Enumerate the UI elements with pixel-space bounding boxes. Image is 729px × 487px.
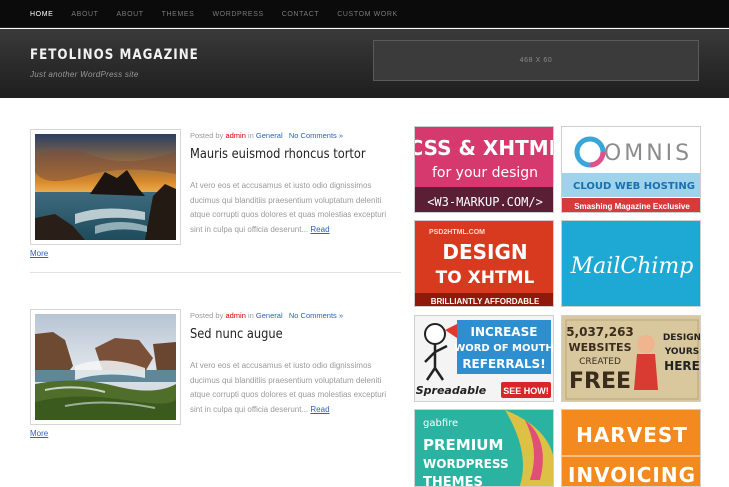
ad-site: PSD2HTML.COM xyxy=(429,229,485,236)
post-thumbnail[interactable] xyxy=(30,129,181,245)
ad-mailchimp[interactable]: MailChimp xyxy=(561,220,701,307)
category-link[interactable]: General xyxy=(256,131,283,140)
post-excerpt: At vero eos et accusamus et iusto odio d… xyxy=(190,179,390,237)
ad-placeholder-label: 468 X 60 xyxy=(519,57,553,64)
ad-omnis-graphic: OMNIS CLOUD WEB HOSTING Smashing Magazin… xyxy=(562,127,700,212)
megaphone-person-icon xyxy=(424,323,446,345)
category-link[interactable]: General xyxy=(256,311,283,320)
read-more-link-continued[interactable]: More xyxy=(30,429,48,438)
ad-brand: Spreadable xyxy=(416,384,487,397)
in-label: in xyxy=(247,131,254,140)
ad-harvest-graphic: HARVEST INVOICING xyxy=(562,410,700,487)
ad-harvest[interactable]: HARVEST INVOICING xyxy=(561,409,701,487)
ad-psd2html[interactable]: PSD2HTML.COM DESIGN TO XHTML BRILLIANTLY… xyxy=(414,220,554,307)
post-title[interactable]: Mauris euismod rhoncus tortor xyxy=(190,147,366,162)
ad-subline: for your design xyxy=(432,165,538,181)
ad-subline: WORD OF MOUTH xyxy=(454,343,554,354)
ad-headline: CLOUD WEB HOSTING xyxy=(573,181,695,192)
site-tagline: Just another WordPress site xyxy=(30,70,139,79)
ad-spreadable-graphic: INCREASE WORD OF MOUTH REFERRALS! Spread… xyxy=(415,316,554,401)
read-more-link-continued[interactable]: More xyxy=(30,249,48,258)
ad-headline: CSS & XHTML xyxy=(415,136,554,160)
post: Posted by admin in General No Comments »… xyxy=(30,309,401,454)
ad-url: <W3-MARKUP.COM/> xyxy=(427,195,543,209)
author-link[interactable]: admin xyxy=(225,131,245,140)
ad-subline: TO XHTML xyxy=(436,268,535,288)
ad-omnis[interactable]: OMNIS CLOUD WEB HOSTING Smashing Magazin… xyxy=(561,126,701,213)
ad-headline: PREMIUM xyxy=(423,436,503,454)
ad-subline: CREATED xyxy=(579,357,621,367)
nav-item-custom-work[interactable]: CUSTOM WORK xyxy=(337,11,398,18)
coastal-cliffs-image xyxy=(35,314,176,420)
post-divider xyxy=(30,272,401,273)
ad-brand: MailChimp xyxy=(570,254,694,279)
comments-link[interactable]: No Comments » xyxy=(289,131,343,140)
nav-item-themes[interactable]: THEMES xyxy=(162,11,195,18)
ad-side-line1: DESIGN xyxy=(663,333,701,343)
read-more-link[interactable]: Read xyxy=(310,405,329,414)
ad-websites-graphic: 5,037,263 WEBSITES CREATED FREE DESIGN Y… xyxy=(562,316,701,401)
site-header: FETOLINOS MAGAZINE Just another WordPres… xyxy=(0,29,729,98)
post-excerpt: At vero eos et accusamus et iusto odio d… xyxy=(190,359,390,417)
in-label: in xyxy=(247,311,254,320)
post-meta: Posted by admin in General No Comments » xyxy=(190,131,343,140)
post-meta: Posted by admin in General No Comments » xyxy=(190,311,343,320)
post: Posted by admin in General No Comments »… xyxy=(30,129,401,274)
top-navigation: HOME ABOUT ABOUT THEMES WORDPRESS CONTAC… xyxy=(0,0,729,28)
ad-mailchimp-graphic: MailChimp xyxy=(562,221,700,306)
ad-subline: INVOICING xyxy=(568,463,696,487)
excerpt-text: At vero eos et accusamus et iusto odio d… xyxy=(190,361,387,414)
author-link[interactable]: admin xyxy=(225,311,245,320)
ad-side-line3: HERE xyxy=(664,359,700,373)
ad-gabfire[interactable]: gabfire PREMIUM WORDPRESS THEMES xyxy=(414,409,554,487)
ad-headline: DESIGN xyxy=(442,240,527,264)
comments-link[interactable]: No Comments » xyxy=(289,311,343,320)
nav-item-contact[interactable]: CONTACT xyxy=(282,11,320,18)
ad-subline: WORDPRESS xyxy=(423,457,509,471)
nav-item-about[interactable]: ABOUT xyxy=(71,11,98,18)
ad-headline: HARVEST xyxy=(576,423,688,447)
ad-css-xhtml[interactable]: CSS & XHTML for your design <W3-MARKUP.C… xyxy=(414,126,554,213)
posted-by-label: Posted by xyxy=(190,311,224,320)
ad-spreadable[interactable]: INCREASE WORD OF MOUTH REFERRALS! Spread… xyxy=(414,315,554,402)
posted-by-label: Posted by xyxy=(190,131,224,140)
read-more-link[interactable]: Read xyxy=(310,225,329,234)
site-title[interactable]: FETOLINOS MAGAZINE xyxy=(30,47,199,63)
header-ad-placeholder[interactable]: 468 X 60 xyxy=(373,40,699,81)
ad-tagline: REFERRALS! xyxy=(462,357,545,371)
excerpt-text: At vero eos et accusamus et iusto odio d… xyxy=(190,181,387,234)
nav-item-wordpress[interactable]: WORDPRESS xyxy=(212,11,263,18)
seascape-sunset-image xyxy=(35,134,176,240)
ad-gabfire-graphic: gabfire PREMIUM WORDPRESS THEMES xyxy=(415,410,553,487)
nav-item-about-2[interactable]: ABOUT xyxy=(117,11,144,18)
post-title[interactable]: Sed nunc augue xyxy=(190,327,283,342)
ad-websites-created[interactable]: 5,037,263 WEBSITES CREATED FREE DESIGN Y… xyxy=(561,315,701,402)
ad-brand: gabfire xyxy=(423,418,458,429)
nav-menu: HOME ABOUT ABOUT THEMES WORDPRESS CONTAC… xyxy=(0,0,729,28)
ad-headline: INCREASE xyxy=(471,325,538,339)
ad-psd2html-graphic: PSD2HTML.COM DESIGN TO XHTML BRILLIANTLY… xyxy=(415,221,553,306)
girl-illustration-icon xyxy=(637,335,655,353)
ad-tagline: BRILLIANTLY AFFORDABLE xyxy=(431,297,540,306)
ad-cta: SEE HOW! xyxy=(503,386,549,396)
ad-css-xhtml-graphic: CSS & XHTML for your design <W3-MARKUP.C… xyxy=(415,127,554,212)
ad-subline: Smashing Magazine Exclusive xyxy=(574,202,690,211)
ad-headline: WEBSITES xyxy=(569,341,632,354)
post-thumbnail[interactable] xyxy=(30,309,181,425)
ad-side-line2: YOURS xyxy=(664,347,700,357)
ad-tagline: THEMES xyxy=(423,475,483,487)
nav-item-home[interactable]: HOME xyxy=(30,11,53,18)
ad-tagline: FREE xyxy=(569,369,631,394)
ad-count: 5,037,263 xyxy=(566,325,634,339)
ad-brand: OMNIS xyxy=(604,141,692,166)
